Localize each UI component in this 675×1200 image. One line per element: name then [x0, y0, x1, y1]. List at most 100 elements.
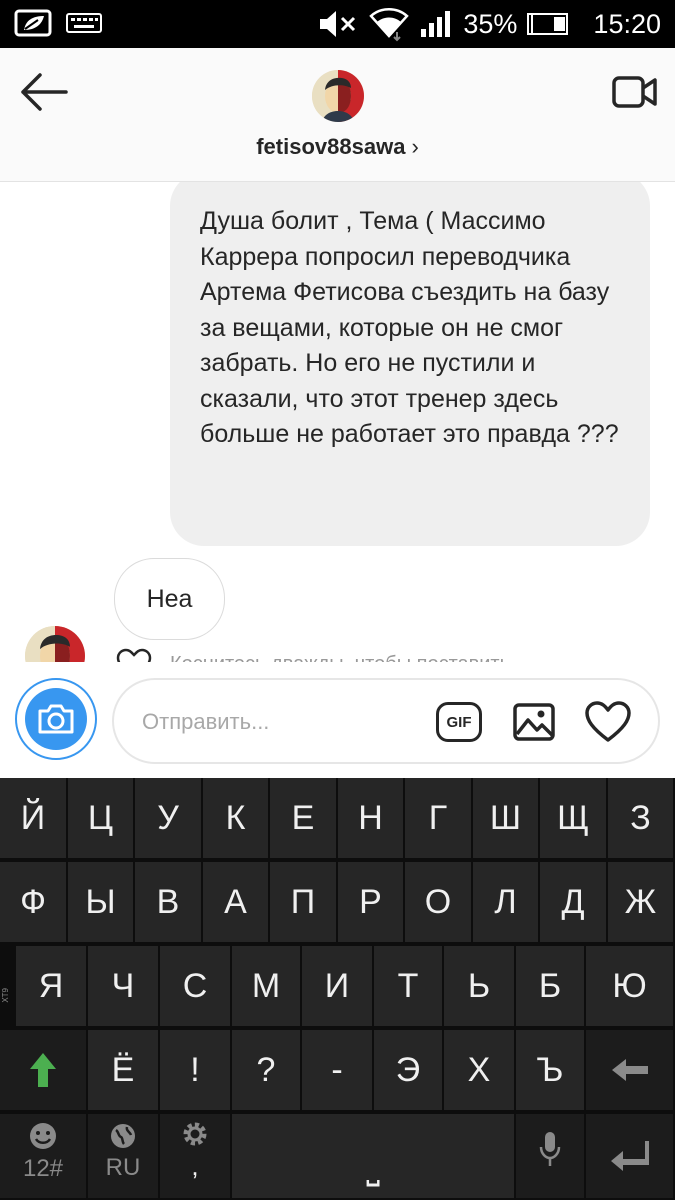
key[interactable]: Д [540, 862, 608, 944]
camera-icon [38, 704, 74, 734]
like-button[interactable] [584, 700, 632, 744]
onscreen-keyboard: XT9 Й Ц У К Е Н Г Ш Щ З Ф Ы В А П Р О Л … [0, 778, 675, 1200]
key[interactable]: Ь [444, 946, 516, 1028]
key[interactable]: Т [374, 946, 444, 1028]
outgoing-message-bubble[interactable]: Душа болит , Тема ( Массимо Каррера попр… [170, 182, 650, 546]
key[interactable]: Ё [88, 1030, 160, 1112]
key[interactable]: Щ [540, 778, 608, 860]
gallery-icon [513, 703, 555, 741]
key[interactable]: Ч [88, 946, 160, 1028]
keyboard-row-3: Я Ч С М И Т Ь Б Ю [0, 946, 675, 1028]
incoming-message-bubble[interactable]: Неа [114, 558, 225, 640]
key[interactable]: Ъ [516, 1030, 586, 1112]
status-right-icons: 35% 15:20 [317, 6, 661, 42]
key[interactable]: Э [374, 1030, 444, 1112]
space-label: ⎵ [366, 1147, 380, 1186]
key[interactable]: ? [232, 1030, 302, 1112]
key[interactable]: А [203, 862, 270, 944]
settings-comma-key[interactable]: , [160, 1114, 232, 1200]
heart-outline-icon [116, 648, 152, 662]
message-input-wrapper: GIF [112, 678, 660, 764]
header-avatar[interactable] [312, 70, 364, 122]
language-key[interactable]: RU [88, 1114, 160, 1200]
status-left-icons [14, 8, 102, 38]
key[interactable]: Я [16, 946, 88, 1028]
signal-icon [421, 11, 451, 37]
leaf-screen-icon [14, 9, 52, 37]
key[interactable]: Г [405, 778, 473, 860]
outgoing-message-text: Душа болит , Тема ( Массимо Каррера попр… [200, 207, 619, 448]
back-button[interactable] [18, 70, 70, 114]
key[interactable]: И [302, 946, 374, 1028]
keyboard-icon [66, 13, 102, 33]
message-list[interactable]: Душа болит , Тема ( Массимо Каррера попр… [0, 182, 675, 662]
key[interactable]: Ю [586, 946, 675, 1028]
double-tap-like-hint: Коснитесь дважды, чтобы поставить [116, 648, 510, 662]
key[interactable]: Ж [608, 862, 675, 944]
backspace-arrow-icon [611, 1059, 648, 1081]
numbers-key[interactable]: 12# [0, 1114, 88, 1200]
microphone-icon [539, 1132, 561, 1166]
gallery-button[interactable] [512, 700, 556, 744]
numbers-label: 12# [22, 1155, 64, 1182]
sender-avatar[interactable] [25, 626, 85, 662]
message-composer: GIF [0, 662, 675, 778]
header-username[interactable]: fetisov88sawa › [0, 134, 675, 160]
key[interactable]: Ы [68, 862, 135, 944]
voice-input-key[interactable] [516, 1114, 586, 1200]
video-call-button[interactable] [611, 72, 659, 112]
key[interactable]: У [135, 778, 203, 860]
key[interactable]: Б [516, 946, 586, 1028]
battery-percent: 35% [463, 8, 518, 39]
chat-header: fetisov88sawa › [0, 48, 675, 182]
enter-key[interactable] [586, 1114, 675, 1200]
key[interactable]: - [302, 1030, 374, 1112]
language-label: RU [105, 1154, 141, 1181]
key[interactable]: Л [473, 862, 540, 944]
key[interactable]: ! [160, 1030, 232, 1112]
like-hint-text: Коснитесь дважды, чтобы поставить [170, 653, 510, 663]
chevron-right-icon: › [411, 134, 419, 159]
profile-photo [312, 70, 364, 122]
emoji-icon [30, 1123, 56, 1149]
space-key[interactable]: ⎵ [232, 1114, 516, 1200]
globe-icon [111, 1124, 135, 1148]
back-arrow-icon [21, 73, 68, 111]
shift-key[interactable] [0, 1030, 88, 1112]
keyboard-row-4: Ё ! ? - Э Х Ъ [0, 1030, 675, 1112]
wifi-icon [369, 8, 410, 42]
key[interactable]: М [232, 946, 302, 1028]
key[interactable]: Ц [68, 778, 135, 860]
keyboard-row-1: Й Ц У К Е Н Г Ш Щ З [0, 778, 675, 860]
key[interactable]: Ф [0, 862, 68, 944]
username-text: fetisov88sawa [256, 134, 406, 159]
keyboard-row-2: Ф Ы В А П Р О Л Д Ж [0, 862, 675, 944]
comma-label: , [191, 1150, 199, 1181]
key[interactable]: С [160, 946, 232, 1028]
shift-arrow-icon [30, 1053, 56, 1087]
key[interactable]: Х [444, 1030, 516, 1112]
keyboard-row-5: 12# RU , ⎵ [0, 1114, 675, 1200]
key[interactable]: К [203, 778, 270, 860]
key[interactable]: Ш [473, 778, 540, 860]
mute-icon [320, 11, 356, 37]
key[interactable]: Н [338, 778, 405, 860]
key[interactable]: П [270, 862, 338, 944]
incoming-message-text: Неа [146, 584, 193, 613]
key[interactable]: О [405, 862, 473, 944]
heart-icon [585, 701, 631, 742]
backspace-key[interactable] [586, 1030, 675, 1112]
key[interactable]: Й [0, 778, 68, 860]
gif-button[interactable]: GIF [436, 702, 482, 742]
enter-arrow-icon [610, 1141, 649, 1171]
message-input[interactable] [142, 702, 412, 742]
key[interactable]: В [135, 862, 203, 944]
status-bar: 35% 15:20 [0, 0, 675, 48]
camera-button[interactable] [15, 678, 97, 760]
key[interactable]: Р [338, 862, 405, 944]
key[interactable]: З [608, 778, 675, 860]
gif-label: GIF [446, 713, 472, 731]
clock: 15:20 [593, 8, 661, 39]
gear-icon [183, 1122, 207, 1145]
key[interactable]: Е [270, 778, 338, 860]
